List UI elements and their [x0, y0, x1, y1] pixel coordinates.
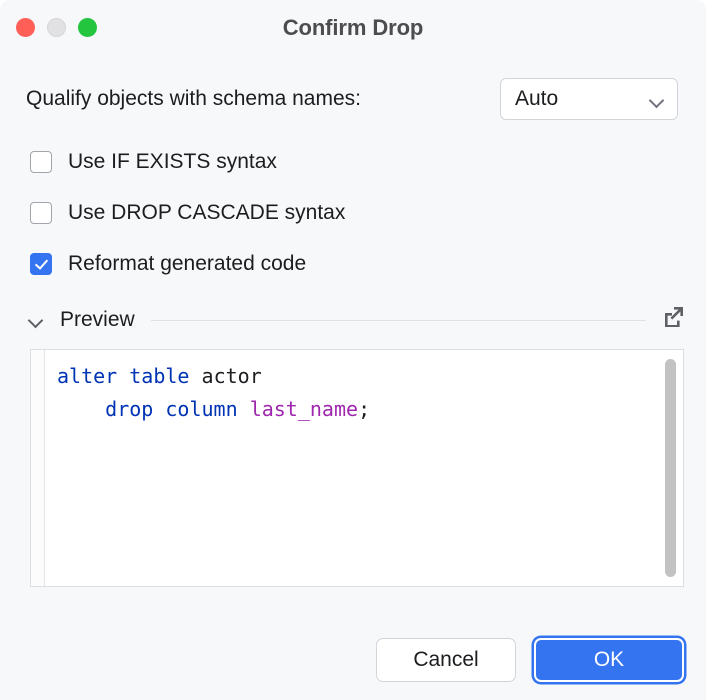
dialog-footer: Cancel OK: [376, 638, 684, 682]
checkbox-label-if-exists: Use IF EXISTS syntax: [68, 150, 277, 173]
preview-title: Preview: [60, 308, 135, 331]
editor-scrollbar-thumb[interactable]: [665, 359, 676, 577]
title-bar: Confirm Drop: [0, 0, 706, 56]
schema-qualify-row: Qualify objects with schema names: Auto: [0, 78, 706, 120]
zoom-window-button[interactable]: [78, 18, 97, 37]
checkbox-label-drop-cascade: Use DROP CASCADE syntax: [68, 201, 346, 224]
ok-button[interactable]: OK: [534, 638, 684, 682]
confirm-drop-dialog: Confirm Drop Qualify objects with schema…: [0, 0, 706, 700]
traffic-lights: [16, 18, 97, 37]
checkbox-reformat[interactable]: [30, 253, 52, 275]
sql-token-keyword: column: [165, 397, 238, 421]
external-link-icon[interactable]: [662, 306, 684, 328]
schema-qualify-value: Auto: [515, 87, 559, 110]
sql-token-keyword: table: [129, 364, 190, 388]
checkbox-row-reformat[interactable]: Reformat generated code: [30, 245, 706, 283]
preview-divider: [150, 319, 646, 321]
window-title: Confirm Drop: [282, 15, 424, 40]
chevron-down-icon: [650, 95, 665, 104]
preview-section-header: Preview: [0, 303, 706, 337]
editor-gutter: [31, 350, 45, 586]
sql-token-space: [189, 364, 201, 388]
sql-token-space: [238, 397, 250, 421]
schema-qualify-dropdown[interactable]: Auto: [500, 78, 678, 120]
minimize-window-button[interactable]: [47, 18, 66, 37]
checkbox-row-if-exists[interactable]: Use IF EXISTS syntax: [30, 143, 706, 181]
sql-token-punctuation: ;: [358, 397, 371, 421]
options-checkbox-group: Use IF EXISTS syntax Use DROP CASCADE sy…: [0, 143, 706, 283]
sql-preview-editor[interactable]: alter table actor drop column last_name;: [30, 349, 684, 587]
editor-scrollbar[interactable]: [665, 359, 676, 577]
sql-token-space: [117, 364, 129, 388]
sql-token-keyword: drop: [105, 397, 154, 421]
checkbox-row-drop-cascade[interactable]: Use DROP CASCADE syntax: [30, 194, 706, 232]
sql-token-indent: [57, 397, 105, 421]
sql-code-content[interactable]: alter table actor drop column last_name;: [45, 350, 683, 586]
checkbox-if-exists[interactable]: [30, 151, 52, 173]
sql-token-identifier: actor: [201, 364, 262, 388]
checkbox-drop-cascade[interactable]: [30, 202, 52, 224]
cancel-button[interactable]: Cancel: [376, 638, 516, 682]
close-window-button[interactable]: [16, 18, 35, 37]
schema-qualify-label: Qualify objects with schema names:: [26, 87, 361, 110]
sql-token-keyword: alter: [57, 364, 118, 388]
sql-token-space: [153, 397, 165, 421]
chevron-down-icon[interactable]: [28, 315, 44, 325]
sql-token-column: last_name: [249, 397, 359, 421]
checkbox-label-reformat: Reformat generated code: [68, 252, 307, 275]
